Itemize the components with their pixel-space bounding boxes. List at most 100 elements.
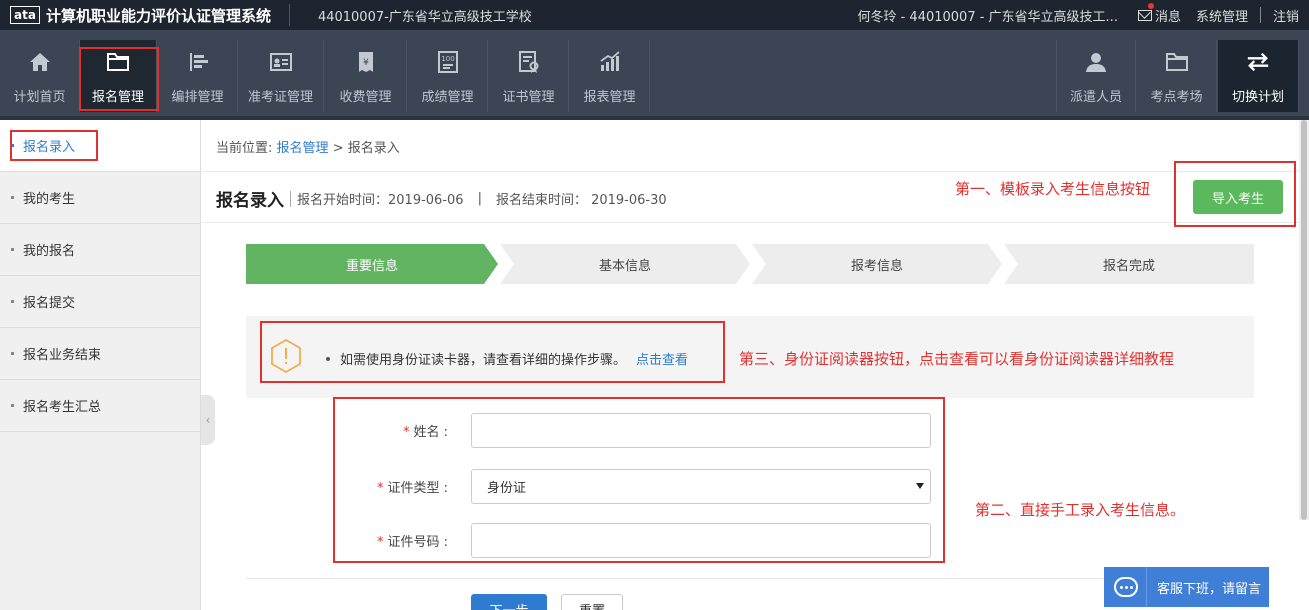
step-label: 基本信息 xyxy=(598,258,651,274)
system-management-link[interactable]: 系统管理 xyxy=(1196,6,1248,25)
score-icon: 100 xyxy=(436,50,460,74)
sidebar-item-label: 我的考生 xyxy=(23,192,76,207)
svg-text:¥: ¥ xyxy=(363,58,369,68)
customer-service-label: 客服下班，请留言 xyxy=(1157,581,1262,597)
step-progress: 重要信息 基本信息 报考信息 报名完成 xyxy=(246,244,1254,284)
page: ata 计算机职业能力评价认证管理系统 44010007-广东省华立高级技工学校… xyxy=(0,0,1309,610)
nav-item-certificates[interactable]: 证书管理 xyxy=(489,40,569,112)
title-divider xyxy=(288,4,290,26)
next-step-button[interactable]: 下一步 xyxy=(471,594,547,610)
step-complete: 报名完成 xyxy=(1004,244,1254,284)
registration-end-time: 报名结束时间： 2019-06-30 xyxy=(495,193,667,208)
nav-item-label: 成绩管理 xyxy=(421,90,474,105)
bullet-icon xyxy=(11,248,14,251)
nav-item-label: 收费管理 xyxy=(339,90,392,105)
breadcrumb-separator: > xyxy=(332,141,344,156)
person-icon xyxy=(1084,50,1108,74)
cs-divider xyxy=(1146,567,1147,607)
sidebar-item-label: 报名考生汇总 xyxy=(23,400,102,415)
nav-item-arrangement[interactable]: 编排管理 xyxy=(158,40,238,112)
chart-icon xyxy=(598,50,622,74)
sidebar-item-label: 报名业务结束 xyxy=(23,348,102,363)
annotation-third: 第三、身份证阅读器按钮，点击查看可以看身份证阅读器详细教程 xyxy=(739,350,1175,368)
id-card-icon xyxy=(269,50,293,74)
sidebar-item-end-business[interactable]: 报名业务结束 xyxy=(0,328,200,380)
nav-item-plan-home[interactable]: 计划首页 xyxy=(0,40,80,112)
nav-item-label: 考点考场 xyxy=(1150,90,1203,105)
step-important-info: 重要信息 xyxy=(246,244,498,284)
nav-item-label: 准考证管理 xyxy=(247,90,313,105)
nav-item-admission-ticket[interactable]: 准考证管理 xyxy=(238,40,324,112)
annotation-box-notice xyxy=(260,321,725,383)
nav-item-label: 证书管理 xyxy=(502,90,555,105)
nav-item-scores[interactable]: 100 成绩管理 xyxy=(408,40,488,112)
school-name: 44010007-广东省华立高级技工学校 xyxy=(317,9,532,25)
logout-link[interactable]: 注销 xyxy=(1273,6,1299,25)
nav-item-test-sites[interactable]: 考点考场 xyxy=(1137,40,1217,112)
logo: ata 计算机职业能力评价认证管理系统 xyxy=(0,0,271,30)
divider xyxy=(202,222,1309,223)
home-icon xyxy=(28,50,52,74)
breadcrumb-parent-link[interactable]: 报名管理 xyxy=(277,141,329,156)
page-title: 报名录入 xyxy=(216,191,284,211)
nav-item-label: 计划首页 xyxy=(13,90,66,105)
top-divider xyxy=(1259,7,1261,23)
nav-item-switch-plan[interactable]: 切换计划 xyxy=(1218,40,1299,112)
switch-icon xyxy=(1246,50,1270,74)
annotation-box-nav xyxy=(79,47,159,111)
breadcrumb: 当前位置: 报名管理 > 报名录入 xyxy=(216,137,400,156)
mail-icon xyxy=(1137,9,1152,21)
bullet-icon xyxy=(11,196,14,199)
bullet-icon xyxy=(11,404,14,407)
sidebar-item-summary[interactable]: 报名考生汇总 xyxy=(0,380,200,432)
top-right-menu: 何冬玲 - 44010007 - 广东省华立高级技工... 消息 系统管理 注销 xyxy=(857,0,1309,30)
step-exam-info: 报考信息 xyxy=(752,244,1002,284)
nav-item-label: 编排管理 xyxy=(171,90,224,105)
annotation-box-form xyxy=(333,397,945,563)
messages-label: 消息 xyxy=(1154,9,1181,25)
bullet-icon xyxy=(11,352,14,355)
align-icon xyxy=(186,50,210,74)
sidebar-collapse-handle[interactable]: ‹ xyxy=(201,395,215,445)
folder-icon xyxy=(1165,50,1189,74)
divider xyxy=(246,578,1254,579)
chevron-left-icon: ‹ xyxy=(205,413,211,427)
nav-item-label: 报表管理 xyxy=(583,90,636,105)
sidebar-item-submit[interactable]: 报名提交 xyxy=(0,276,200,328)
scrollbar-thumb[interactable] xyxy=(1301,120,1307,520)
sidebar-item-my-registrations[interactable]: 我的报名 xyxy=(0,224,200,276)
annotation-box-import xyxy=(1174,161,1296,227)
annotation-box-sidebar xyxy=(10,130,98,161)
breadcrumb-prefix: 当前位置: xyxy=(216,141,273,156)
title-divider xyxy=(290,190,291,207)
nav-item-label: 切换计划 xyxy=(1231,90,1284,105)
page-header: 报名录入 报名开始时间：2019-06-06 | 报名结束时间： 2019-06… xyxy=(216,186,667,211)
annotation-second: 第二、直接手工录入考生信息。 xyxy=(975,501,1186,519)
nav-item-label: 派遣人员 xyxy=(1069,90,1122,105)
fee-icon: ¥ xyxy=(354,50,378,74)
user-info[interactable]: 何冬玲 - 44010007 - 广东省华立高级技工... xyxy=(857,6,1117,25)
messages-link[interactable]: 消息 xyxy=(1137,2,1181,25)
top-bar: ata 计算机职业能力评价认证管理系统 44010007-广东省华立高级技工学校… xyxy=(0,0,1309,30)
scrollbar[interactable] xyxy=(1299,120,1309,520)
chat-bubble-icon xyxy=(1114,577,1138,597)
step-label: 报名完成 xyxy=(1102,258,1155,274)
reset-button[interactable]: 重置 xyxy=(561,594,623,610)
annotation-first: 第一、模板录入考生信息按钮 xyxy=(955,180,1151,198)
main-nav: 计划首页 报名管理 编排管理 准考证管理 ¥ 收费管理 100 成绩管理 证书管… xyxy=(0,30,1309,120)
nav-item-reports[interactable]: 报表管理 xyxy=(570,40,650,112)
nav-item-dispatch-staff[interactable]: 派遣人员 xyxy=(1056,40,1136,112)
registration-start-time: 报名开始时间：2019-06-06 xyxy=(297,193,464,208)
nav-item-fees[interactable]: ¥ 收费管理 xyxy=(325,40,407,112)
sidebar-item-my-candidates[interactable]: 我的考生 xyxy=(0,172,200,224)
bullet-icon xyxy=(11,300,14,303)
certificate-icon xyxy=(517,50,541,74)
sidebar: 报名录入 我的考生 我的报名 报名提交 报名业务结束 报名考生汇总 xyxy=(0,120,201,610)
time-divider: | xyxy=(477,191,482,206)
logo-mark: ata xyxy=(10,6,40,24)
step-label: 报考信息 xyxy=(850,258,903,274)
breadcrumb-current: 报名录入 xyxy=(347,141,400,156)
unread-dot xyxy=(1147,2,1154,9)
sidebar-item-label: 我的报名 xyxy=(23,244,76,259)
customer-service-widget[interactable]: 客服下班，请留言 xyxy=(1104,567,1269,607)
